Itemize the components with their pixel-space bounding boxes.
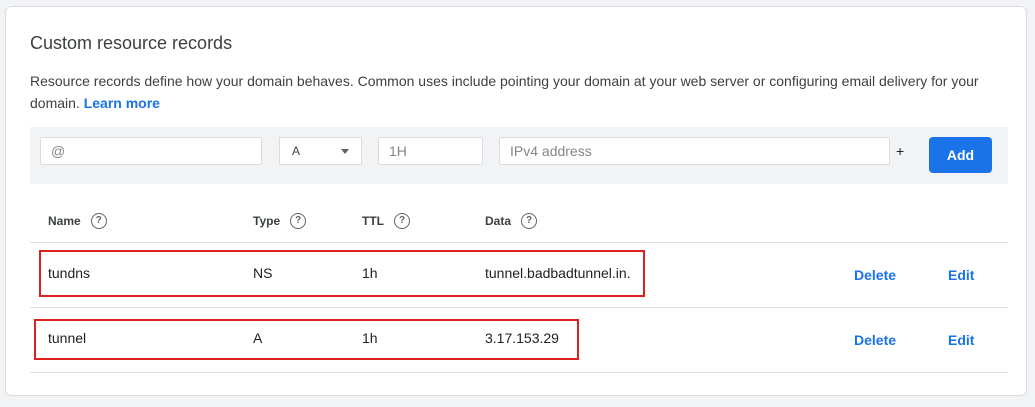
- divider: [30, 307, 1008, 308]
- highlight-box-row-1: [39, 250, 645, 297]
- highlight-box-row-2: [34, 319, 579, 360]
- column-header-type: Type ?: [253, 213, 307, 229]
- help-icon[interactable]: ?: [394, 213, 410, 229]
- divider: [30, 242, 1008, 243]
- row-1-edit-button[interactable]: Edit: [948, 267, 974, 283]
- column-header-ttl: TTL ?: [362, 213, 410, 229]
- custom-records-card: Custom resource records Resource records…: [5, 6, 1027, 396]
- name-input[interactable]: [40, 137, 262, 165]
- type-select-value: A: [292, 144, 301, 158]
- row-1-delete-button[interactable]: Delete: [854, 267, 896, 283]
- row-2-delete-button[interactable]: Delete: [854, 332, 896, 348]
- help-icon[interactable]: ?: [290, 213, 307, 229]
- learn-more-link[interactable]: Learn more: [84, 95, 160, 111]
- column-header-data: Data ?: [485, 213, 538, 229]
- help-icon[interactable]: ?: [90, 213, 107, 229]
- chevron-down-icon: [341, 149, 349, 154]
- column-header-name: Name ?: [48, 213, 107, 229]
- section-description: Resource records define how your domain …: [30, 70, 990, 114]
- data-input[interactable]: [499, 137, 890, 165]
- divider: [30, 372, 1008, 373]
- description-text: Resource records define how your domain …: [30, 73, 979, 111]
- add-data-plus-icon[interactable]: +: [896, 143, 904, 159]
- add-record-toolbar: A + Add: [30, 127, 1008, 184]
- type-select[interactable]: A: [279, 137, 362, 165]
- section-title: Custom resource records: [30, 33, 233, 53]
- help-icon[interactable]: ?: [521, 213, 538, 229]
- add-button[interactable]: Add: [929, 137, 992, 173]
- ttl-input[interactable]: [378, 137, 483, 165]
- row-2-edit-button[interactable]: Edit: [948, 332, 974, 348]
